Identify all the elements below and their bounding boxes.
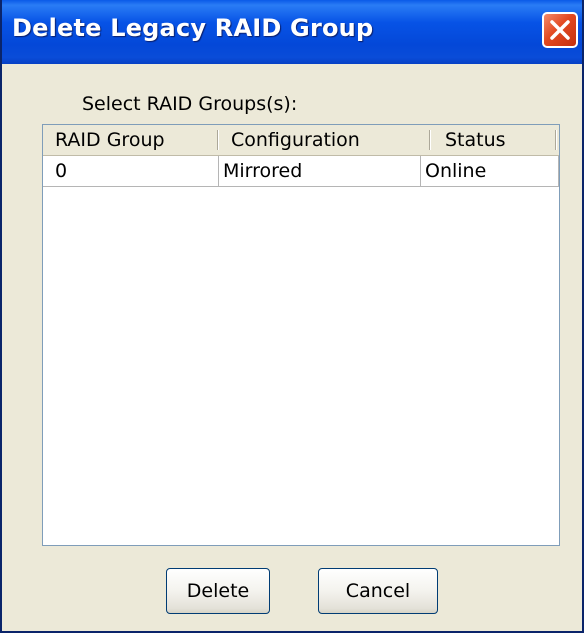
cell-status: Online — [421, 156, 559, 186]
table-header: RAID Group Configuration Status — [43, 125, 559, 156]
column-header-label: Status — [445, 129, 506, 151]
delete-button[interactable]: Delete — [166, 568, 270, 614]
column-header-raid-group[interactable]: RAID Group — [43, 125, 219, 155]
cell-configuration: Mirrored — [219, 156, 421, 186]
column-header-label: Configuration — [231, 129, 360, 151]
column-header-configuration[interactable]: Configuration — [219, 125, 431, 155]
table-row[interactable]: 0 Mirrored Online — [43, 156, 559, 187]
column-header-label: RAID Group — [55, 129, 165, 151]
cancel-mnemonic: C — [345, 580, 360, 602]
dialog-title: Delete Legacy RAID Group — [12, 14, 374, 42]
delete-label: elete — [201, 580, 250, 602]
column-header-status[interactable]: Status — [431, 125, 557, 155]
cancel-button[interactable]: Cancel — [318, 568, 438, 614]
delete-raid-dialog: Delete Legacy RAID Group Select RAID Gro… — [0, 0, 584, 633]
cell-raid-group: 0 — [43, 156, 219, 186]
select-raid-groups-label: Select RAID Groups(s): — [82, 93, 298, 115]
close-button[interactable] — [542, 12, 578, 48]
column-separator — [555, 130, 557, 150]
title-bar[interactable]: Delete Legacy RAID Group — [2, 0, 582, 64]
close-icon — [550, 20, 570, 40]
cancel-label: ancel — [359, 580, 411, 602]
raid-group-table[interactable]: RAID Group Configuration Status 0 Mirror… — [42, 124, 560, 546]
delete-mnemonic: D — [186, 580, 202, 602]
